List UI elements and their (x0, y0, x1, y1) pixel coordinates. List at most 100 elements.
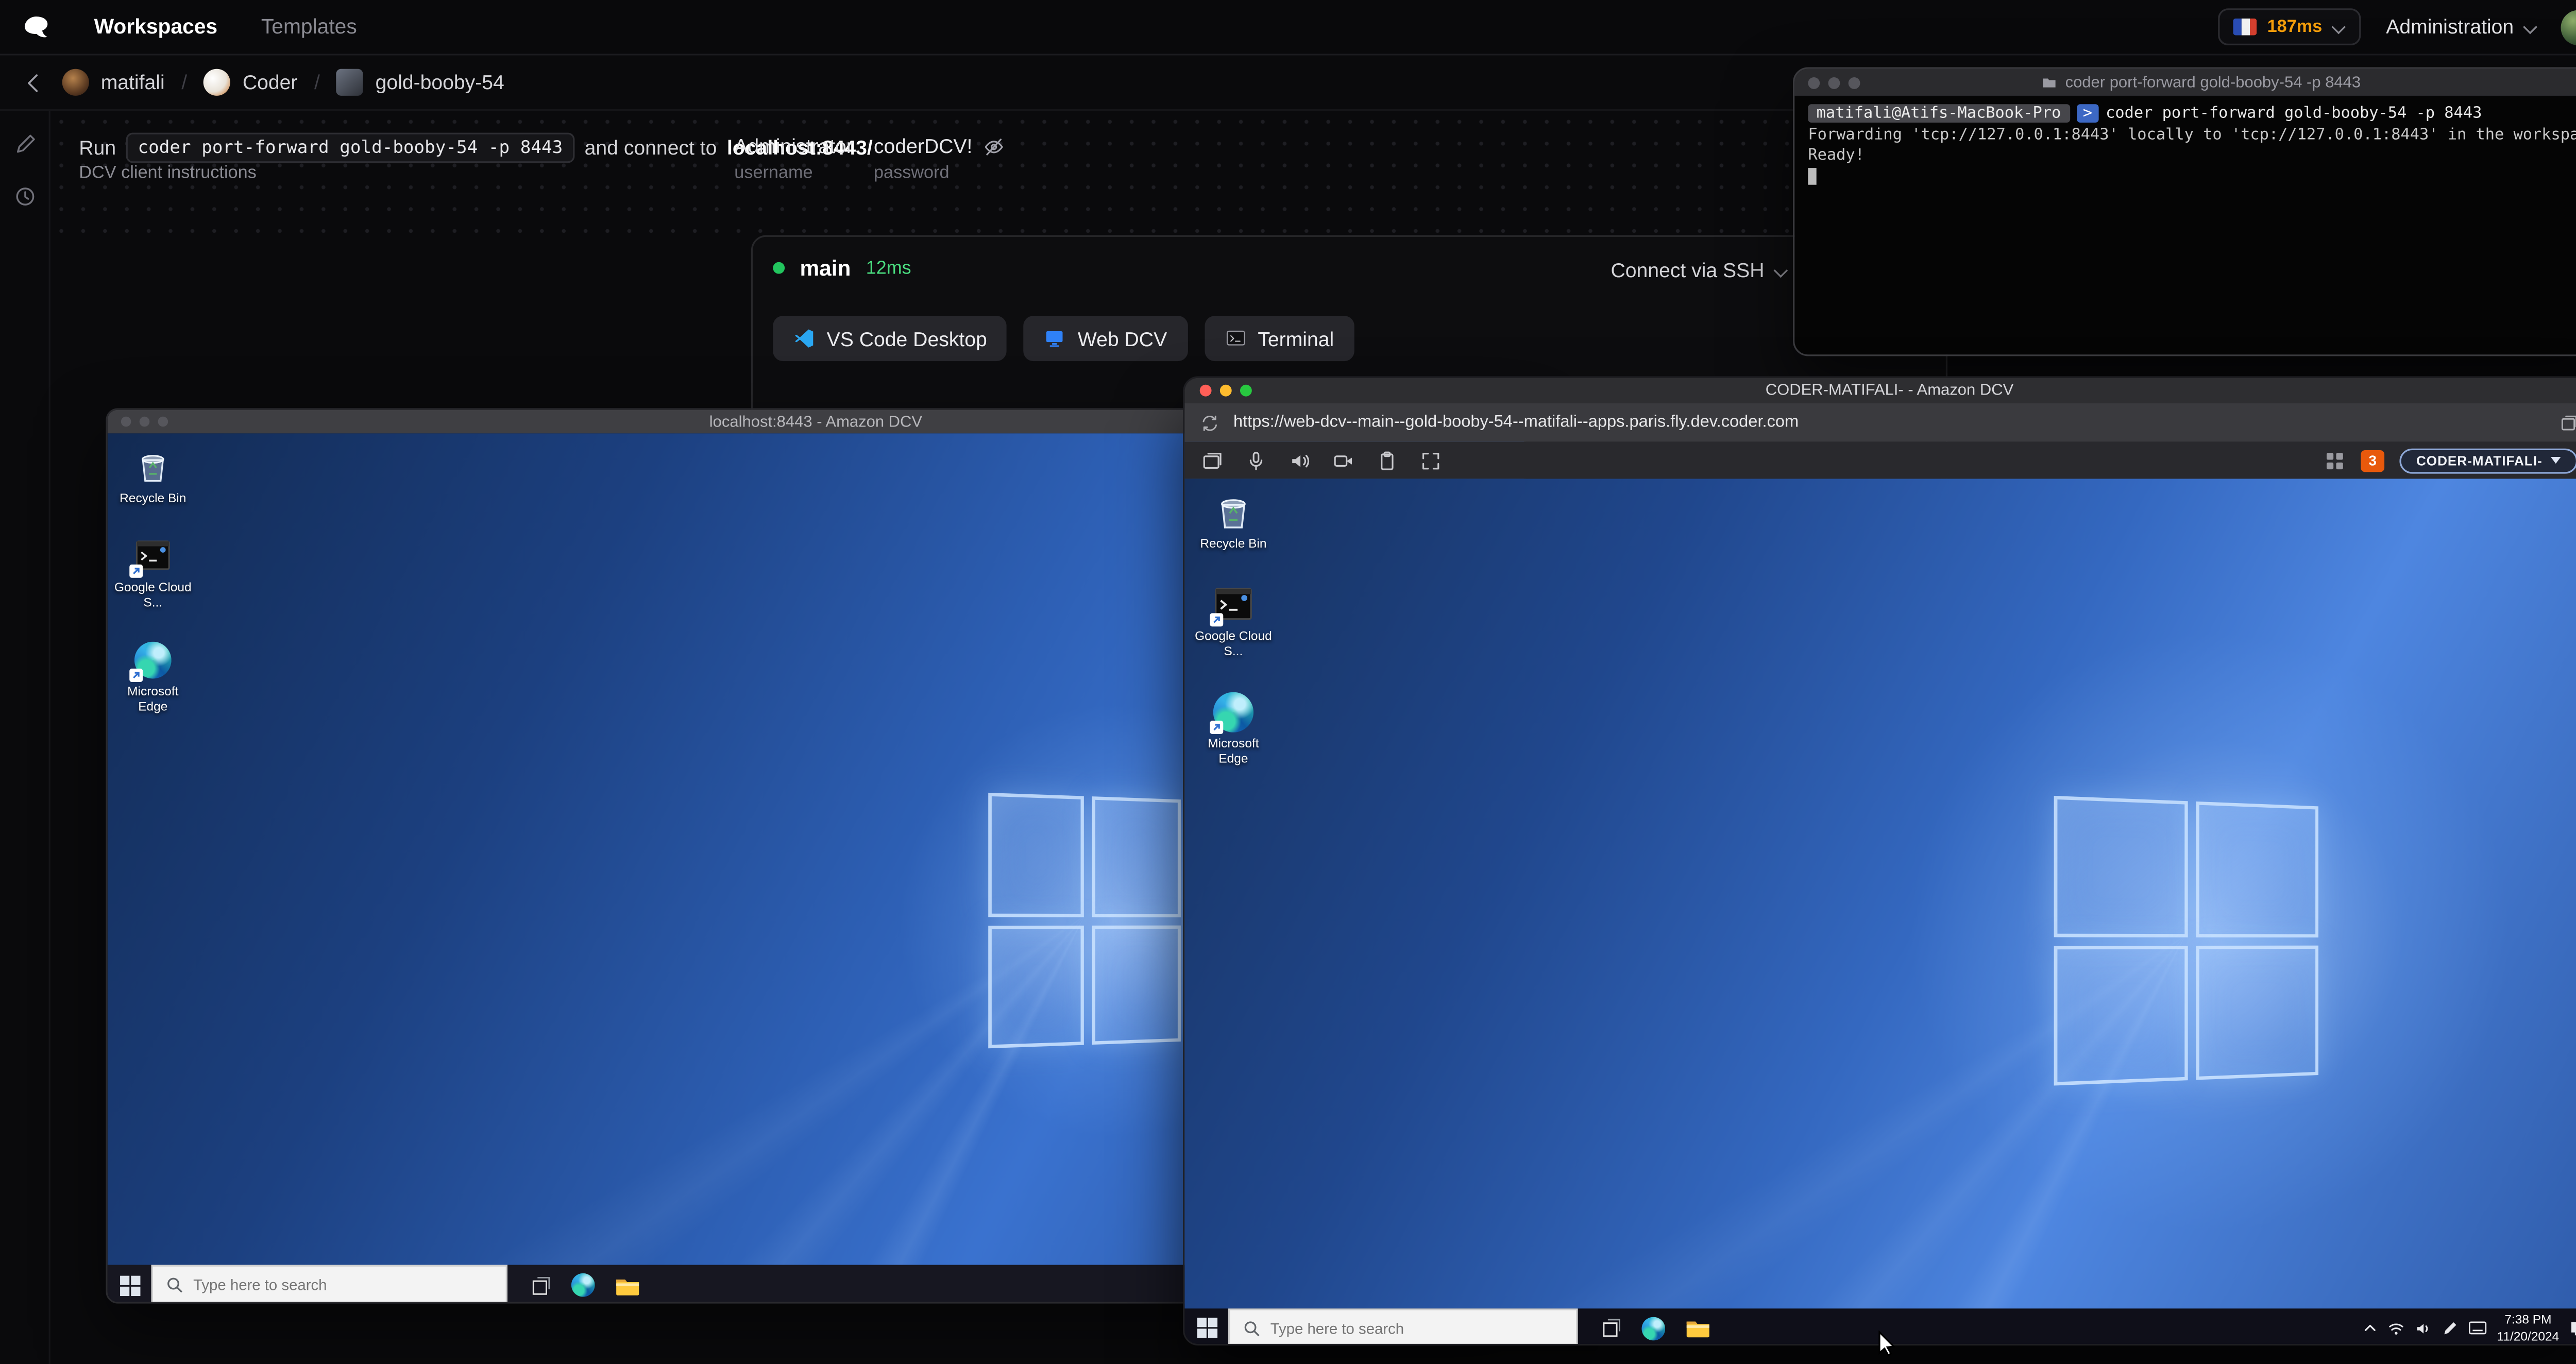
start-button[interactable] (108, 1265, 151, 1302)
nav-templates[interactable]: Templates (261, 15, 357, 39)
touch-keyboard-icon[interactable] (2468, 1320, 2487, 1335)
pen-icon[interactable] (2442, 1320, 2459, 1337)
owner-avatar (62, 69, 89, 96)
clock-date: 11/20/2024 (2497, 1327, 2560, 1343)
windows-logo (988, 792, 1181, 1049)
microphone-icon[interactable] (1245, 449, 1267, 471)
volume-icon[interactable] (2415, 1320, 2432, 1337)
minimize-button[interactable] (1219, 384, 1232, 397)
edit-icon[interactable] (12, 133, 36, 157)
google-cloud-sdk-shortcut[interactable]: Google Cloud S... (114, 536, 192, 610)
shortcut-arrow-overlay (1210, 721, 1224, 735)
file-explorer-button[interactable] (1675, 1308, 1719, 1343)
dcv-front-title: CODER-MATIFALI- - Amazon DCV (1765, 381, 2014, 400)
agent-app-buttons: VS Code Desktop Web DCV Terminal (773, 316, 1354, 362)
recycle-bin-icon (133, 447, 173, 487)
web-dcv-button[interactable]: Web DCV (1024, 316, 1188, 362)
taskbar-clock[interactable]: 7:38 PM 11/20/2024 (2497, 1311, 2560, 1344)
window-controls[interactable] (121, 416, 168, 427)
connect-label: and connect to (584, 136, 717, 160)
terminal-output-line: Forwarding 'tcp://127.0.0.1:8443' locall… (1808, 125, 2576, 144)
terminal-output-line: Ready! (1808, 146, 1865, 165)
chevron-up-icon[interactable] (2363, 1320, 2378, 1335)
network-icon[interactable] (2388, 1320, 2405, 1337)
fullscreen-icon[interactable] (1420, 449, 1442, 471)
terminal-titlebar[interactable]: coder port-forward gold-booby-54 -p 8443 (1794, 69, 2576, 96)
nav-workspaces[interactable]: Workspaces (94, 15, 217, 39)
password-label: password (873, 163, 950, 183)
app-topbar: Workspaces Templates 187ms Administratio… (0, 0, 2576, 56)
agent-name: main (800, 255, 851, 281)
zoom-button[interactable] (1240, 384, 1252, 397)
clipboard-icon[interactable] (1376, 449, 1398, 471)
vscode-desktop-button[interactable]: VS Code Desktop (773, 316, 1007, 362)
run-label: Run (79, 136, 116, 160)
microsoft-edge-shortcut[interactable]: Microsoft Edge (1195, 692, 1272, 766)
breadcrumb-workspace[interactable]: gold-booby-54 (336, 69, 504, 96)
edge-taskbar-button[interactable] (1632, 1308, 1675, 1343)
template-avatar (204, 69, 231, 96)
taskbar-search[interactable] (151, 1265, 507, 1302)
eye-off-icon[interactable] (982, 135, 1004, 157)
notification-center-icon[interactable] (2569, 1319, 2576, 1337)
mouse-cursor (1877, 1330, 1897, 1357)
terminal-button[interactable]: Terminal (1204, 316, 1354, 362)
dcv-back-title: localhost:8443 - Amazon DCV (709, 412, 923, 431)
prompt-host: matifali@Atifs-MacBook-Pro (1808, 104, 2070, 123)
close-button[interactable] (1199, 384, 1212, 397)
url-text[interactable]: https://web-dcv--main--gold-booby-54--ma… (1233, 413, 2546, 432)
terminal-body[interactable]: matifali@Atifs-MacBook-Pro > coder port-fo… (1794, 95, 2576, 355)
session-menu-button[interactable]: CODER-MATIFALI- (2399, 448, 2576, 473)
recycle-bin-shortcut[interactable]: Recycle Bin (114, 447, 192, 506)
window-controls[interactable] (1808, 76, 1860, 89)
task-view-button[interactable] (518, 1265, 562, 1302)
search-icon (166, 1276, 183, 1293)
terminal-title: coder port-forward gold-booby-54 -p 8443 (2065, 73, 2361, 92)
search-input[interactable] (193, 1276, 493, 1294)
username-credential: Administrator username (734, 134, 853, 183)
terminal-icon (1224, 328, 1246, 349)
connect-via-ssh-button[interactable]: Connect via SSH (1611, 259, 1786, 282)
breadcrumb-owner[interactable]: matifali (62, 69, 165, 96)
history-icon[interactable] (12, 185, 36, 209)
start-button[interactable] (1184, 1308, 1228, 1343)
administration-menu[interactable]: Administration (2386, 15, 2535, 39)
recycle-bin-shortcut[interactable]: Recycle Bin (1195, 492, 1272, 551)
latency-pill[interactable]: 187ms (2218, 8, 2361, 46)
dropdown-triangle-icon (2550, 457, 2561, 464)
port-forward-command: coder port-forward gold-booby-54 -p 8443 (126, 132, 575, 163)
mac-terminal-window: coder port-forward gold-booby-54 -p 8443… (1793, 67, 2576, 356)
file-explorer-button[interactable] (605, 1265, 649, 1302)
windows-logo (2054, 795, 2319, 1086)
chevron-down-icon (1773, 264, 1786, 277)
coder-logo-icon[interactable] (20, 12, 50, 42)
task-view-button[interactable] (1588, 1308, 1632, 1343)
dcv-client-instructions-link[interactable]: DCV client instructions (79, 163, 256, 183)
agent-latency: 12ms (866, 258, 911, 278)
display-grid-icon[interactable] (2324, 449, 2346, 471)
monitor-icon (1044, 328, 1066, 349)
microsoft-edge-shortcut[interactable]: Microsoft Edge (114, 640, 192, 714)
webcam-icon[interactable] (1332, 449, 1354, 471)
back-button[interactable] (20, 70, 45, 95)
save-page-icon[interactable] (2559, 413, 2576, 433)
chevron-down-icon (2332, 20, 2346, 33)
breadcrumb-template[interactable]: Coder (204, 69, 297, 96)
google-cloud-sdk-shortcut[interactable]: Google Cloud S... (1195, 585, 1272, 658)
edge-taskbar-button[interactable] (561, 1265, 605, 1302)
france-flag-icon (2233, 18, 2258, 36)
administration-label: Administration (2386, 15, 2514, 39)
notification-badge[interactable]: 3 (2361, 449, 2385, 471)
dcv-front-titlebar[interactable]: CODER-MATIFALI- - Amazon DCV (1184, 378, 2576, 403)
search-input[interactable] (1270, 1319, 1563, 1337)
chevron-down-icon (2522, 20, 2536, 33)
taskbar-search[interactable] (1228, 1308, 1578, 1344)
password-credential: coderDCV! password (874, 134, 1004, 183)
recycle-bin-icon (1213, 492, 1253, 533)
window-controls[interactable] (1199, 384, 1252, 397)
site-info-icon[interactable] (1200, 413, 1220, 433)
speaker-icon[interactable] (1289, 449, 1311, 471)
session-windows-icon[interactable] (1201, 449, 1223, 471)
vscode-icon (793, 328, 815, 349)
user-avatar[interactable] (2561, 9, 2576, 45)
